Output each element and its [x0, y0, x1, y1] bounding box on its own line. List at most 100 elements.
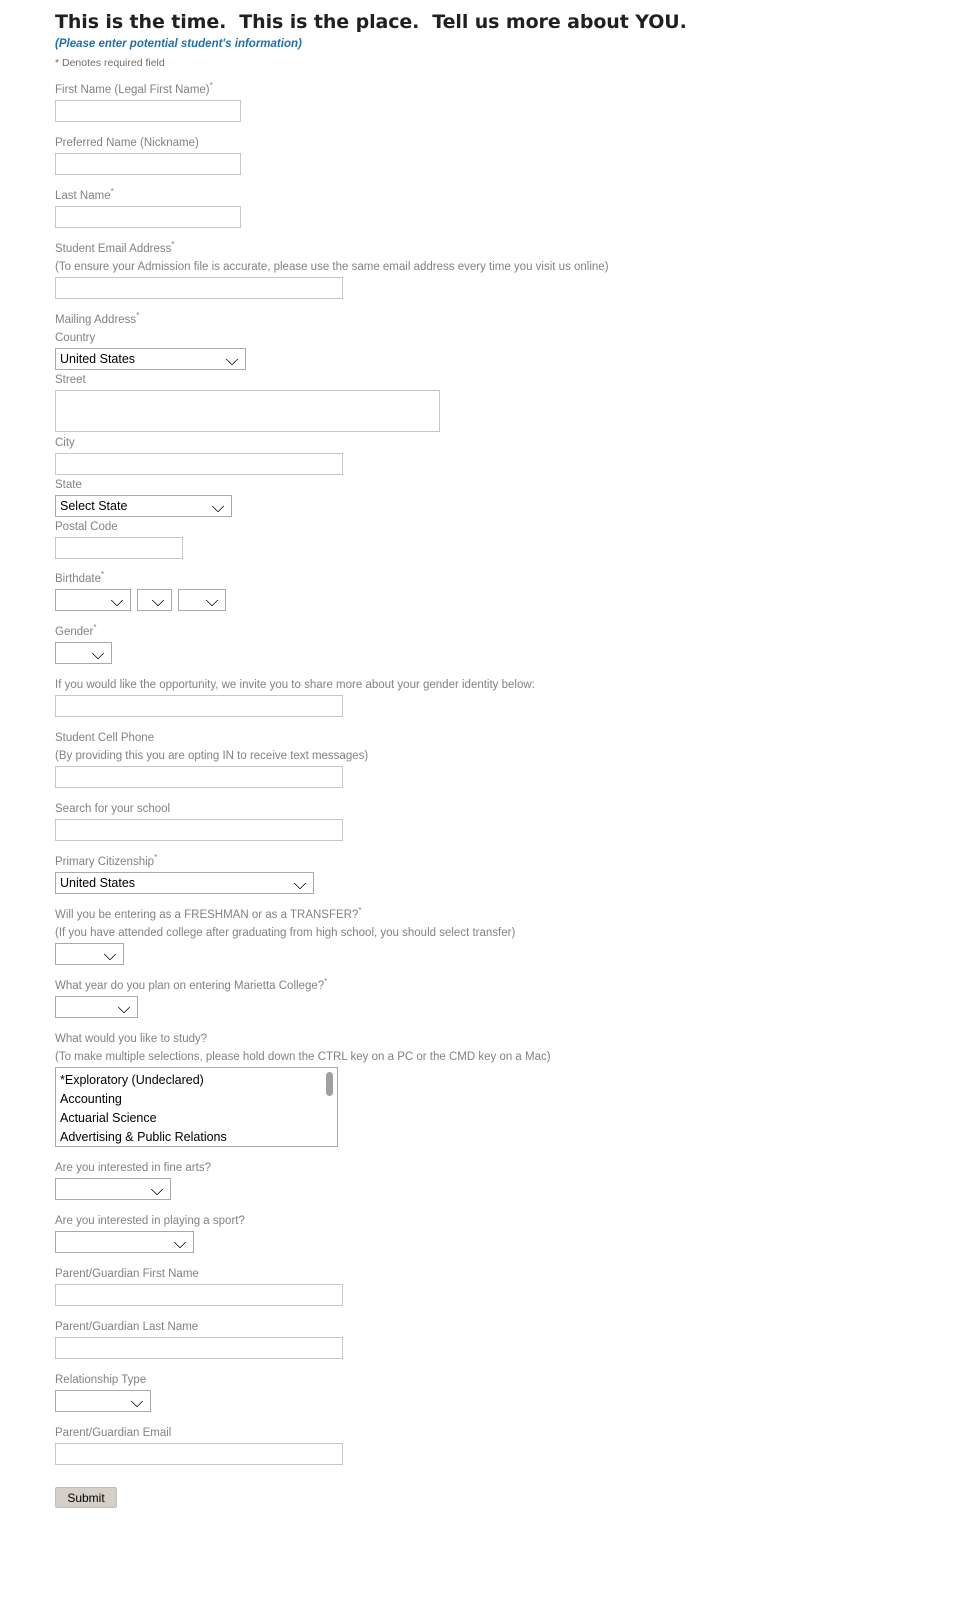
inquiry-form: This is the time. This is the place. Tel… [55, 10, 915, 1508]
entry-type-helper: (If you have attended college after grad… [55, 927, 516, 939]
student-cell-phone-label: Student Cell Phone [55, 732, 155, 744]
preferred-name-input[interactable] [55, 153, 241, 175]
field-student-cell-phone: Student Cell Phone (By providing this yo… [55, 730, 915, 788]
pg-email-input[interactable] [55, 1443, 343, 1465]
birthdate-year-select[interactable] [178, 589, 226, 611]
field-sport: Are you interested in playing a sport? [55, 1213, 915, 1253]
field-entry-year: What year do you plan on entering Mariet… [55, 978, 915, 1018]
field-entry-type: Will you be entering as a FRESHMAN or as… [55, 907, 915, 965]
study-helper: (To make multiple selections, please hol… [55, 1051, 551, 1063]
field-relationship-type: Relationship Type [55, 1372, 915, 1412]
street-label: Street [55, 374, 86, 386]
mailing-address-label: Mailing Address* [55, 312, 915, 328]
primary-citizenship-select[interactable]: United States [55, 872, 314, 894]
preferred-name-label: Preferred Name (Nickname) [55, 137, 199, 149]
pg-first-name-input[interactable] [55, 1284, 343, 1306]
field-fine-arts: Are you interested in fine arts? [55, 1160, 915, 1200]
street-textarea[interactable] [55, 390, 440, 432]
birthdate-month-select[interactable] [55, 589, 131, 611]
field-first-name: First Name (Legal First Name)* [55, 82, 915, 122]
entry-type-label-text: Will you be entering as a FRESHMAN or as… [55, 909, 359, 921]
student-email-label: Student Email Address* [55, 241, 915, 257]
field-birthdate: Birthdate* [55, 571, 915, 611]
relationship-type-select[interactable] [55, 1390, 151, 1412]
field-mailing-address-group: Mailing Address* Country United States S… [55, 312, 915, 559]
gender-label: Gender* [55, 624, 915, 640]
birthdate-row [55, 589, 915, 611]
form-subtitle: (Please enter potential student's inform… [55, 38, 302, 50]
relationship-type-label: Relationship Type [55, 1374, 147, 1386]
birthdate-label: Birthdate* [55, 571, 915, 587]
field-preferred-name: Preferred Name (Nickname) [55, 135, 915, 175]
field-study: What would you like to study? (To make m… [55, 1031, 915, 1147]
required-asterisk: * [358, 906, 362, 916]
entry-year-select[interactable] [55, 996, 138, 1018]
gender-label-text: Gender [55, 626, 94, 638]
field-pg-first-name: Parent/Guardian First Name [55, 1266, 915, 1306]
country-label: Country [55, 332, 96, 344]
study-scrollbar-track[interactable] [324, 1069, 336, 1145]
field-pg-email: Parent/Guardian Email [55, 1425, 915, 1465]
pg-last-name-input[interactable] [55, 1337, 343, 1359]
required-asterisk: * [171, 240, 175, 250]
fine-arts-select[interactable] [55, 1178, 171, 1200]
pg-email-label: Parent/Guardian Email [55, 1427, 172, 1439]
state-label: State [55, 479, 82, 491]
required-asterisk: * [154, 853, 158, 863]
submit-row: Submit [55, 1487, 915, 1508]
pg-last-name-label: Parent/Guardian Last Name [55, 1321, 199, 1333]
last-name-input[interactable] [55, 206, 241, 228]
study-multiselect[interactable]: *Exploratory (Undeclared) Accounting Act… [55, 1067, 338, 1147]
primary-citizenship-label: Primary Citizenship* [55, 854, 915, 870]
first-name-input[interactable] [55, 100, 241, 122]
required-asterisk: * [110, 187, 114, 197]
field-gender: Gender* [55, 624, 915, 664]
last-name-label-text: Last Name [55, 190, 111, 202]
entry-type-select[interactable] [55, 943, 124, 965]
study-scrollbar-thumb[interactable] [326, 1072, 333, 1096]
required-asterisk: * [136, 311, 140, 321]
last-name-label: Last Name* [55, 188, 915, 204]
student-email-input[interactable] [55, 277, 343, 299]
required-asterisk: * [101, 570, 105, 580]
fine-arts-label: Are you interested in fine arts? [55, 1162, 211, 1174]
birthdate-day-select[interactable] [137, 589, 172, 611]
birthdate-label-text: Birthdate [55, 573, 102, 585]
state-select[interactable]: Select State [55, 495, 232, 517]
first-name-label: First Name (Legal First Name)* [55, 82, 915, 98]
city-label: City [55, 437, 75, 449]
sport-select[interactable] [55, 1231, 194, 1253]
gender-identity-label: If you would like the opportunity, we in… [55, 679, 535, 691]
city-input[interactable] [55, 453, 343, 475]
page-title: This is the time. This is the place. Tel… [55, 11, 687, 33]
first-name-label-text: First Name (Legal First Name) [55, 84, 210, 96]
country-select[interactable]: United States [55, 348, 246, 370]
student-cell-phone-input[interactable] [55, 766, 343, 788]
student-email-helper: (To ensure your Admission file is accura… [55, 261, 609, 273]
gender-select[interactable] [55, 642, 112, 664]
inquiry-form-page: This is the time. This is the place. Tel… [0, 0, 954, 1600]
entry-year-label: What year do you plan on entering Mariet… [55, 978, 915, 994]
pg-first-name-label: Parent/Guardian First Name [55, 1268, 199, 1280]
submit-button[interactable]: Submit [55, 1487, 117, 1508]
school-search-input[interactable] [55, 819, 343, 841]
required-asterisk: * [93, 623, 97, 633]
field-gender-identity: If you would like the opportunity, we in… [55, 677, 915, 717]
sport-label: Are you interested in playing a sport? [55, 1215, 245, 1227]
study-option[interactable]: Accounting [56, 1090, 337, 1109]
student-cell-phone-helper: (By providing this you are opting IN to … [55, 750, 369, 762]
field-pg-last-name: Parent/Guardian Last Name [55, 1319, 915, 1359]
student-email-label-text: Student Email Address [55, 243, 172, 255]
field-school-search: Search for your school [55, 801, 915, 841]
gender-identity-input[interactable] [55, 695, 343, 717]
postal-code-input[interactable] [55, 537, 183, 559]
field-student-email: Student Email Address* (To ensure your A… [55, 241, 915, 299]
study-option[interactable]: Actuarial Science [56, 1109, 337, 1128]
study-option[interactable]: Advertising & Public Relations [56, 1128, 337, 1146]
entry-year-label-text: What year do you plan on entering Mariet… [55, 980, 325, 992]
study-option[interactable]: *Exploratory (Undeclared) [56, 1071, 337, 1090]
mailing-address-label-text: Mailing Address [55, 314, 137, 326]
postal-code-label: Postal Code [55, 521, 118, 533]
field-primary-citizenship: Primary Citizenship* United States [55, 854, 915, 894]
